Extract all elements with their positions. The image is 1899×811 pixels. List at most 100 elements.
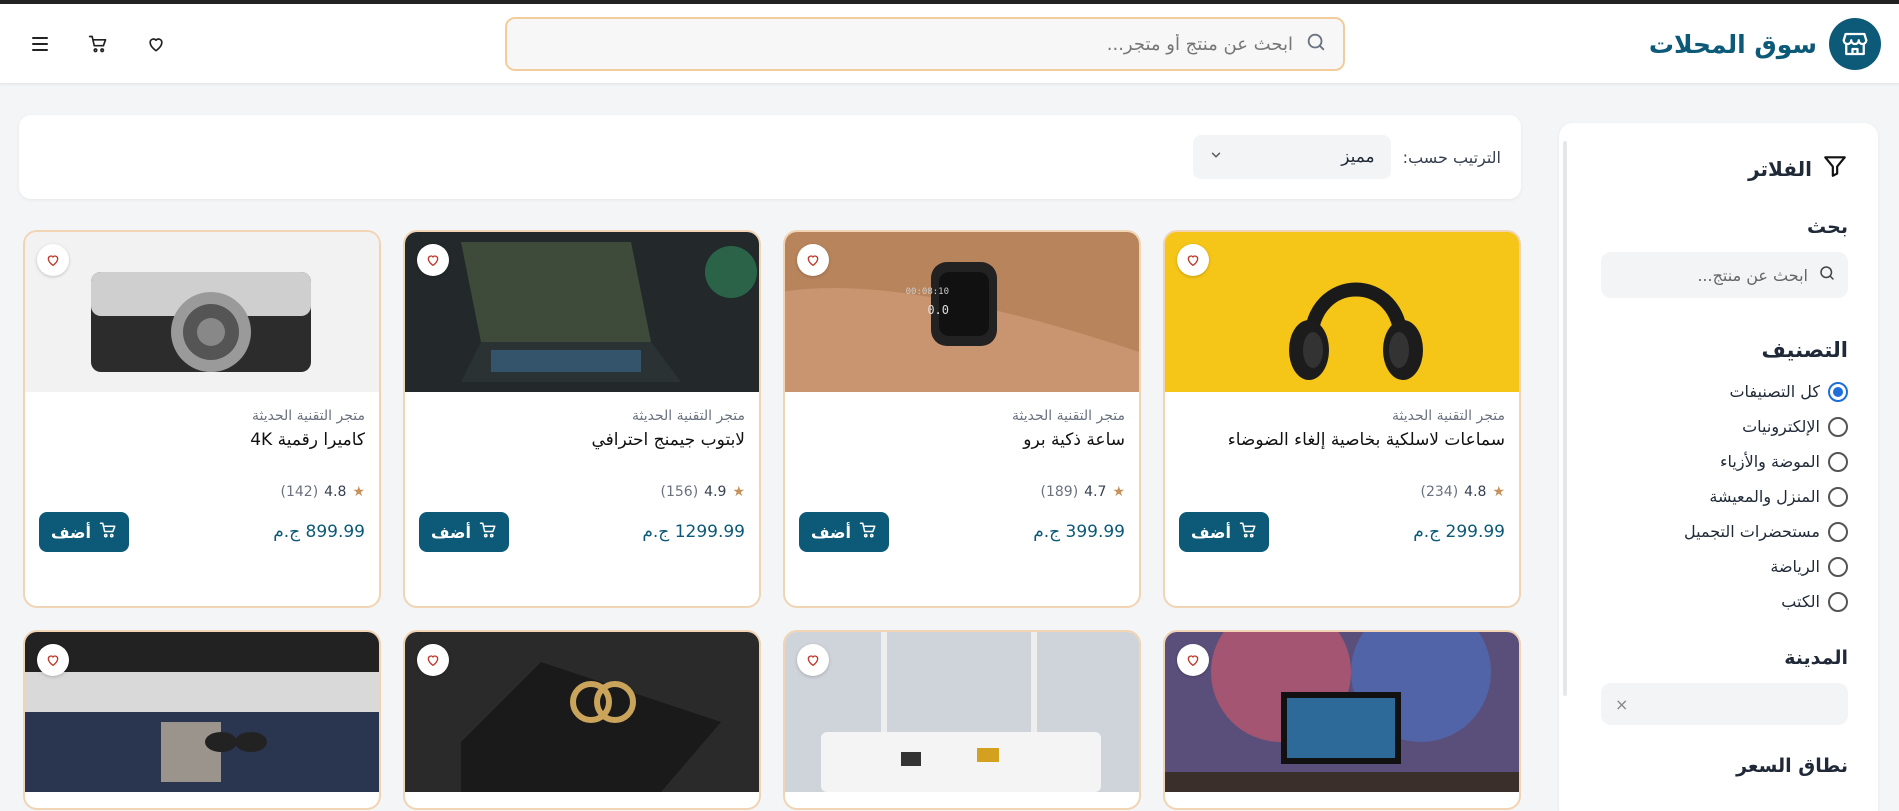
- product-image-router[interactable]: [785, 632, 1139, 792]
- product-card[interactable]: 00:08:10 0.0 متجر التقنية الحديثة ساعة ذ…: [783, 230, 1141, 608]
- filter-icon: [1822, 153, 1848, 184]
- product-image-sunglasses[interactable]: [25, 632, 379, 792]
- category-option[interactable]: الموضة والأزياء: [1587, 444, 1848, 479]
- city-select[interactable]: ×: [1601, 683, 1848, 725]
- add-label: أضف: [51, 522, 91, 542]
- rating-value: 4.7: [1084, 484, 1107, 500]
- category-list: كل التصنيفات الإلكترونيات الموضة والأزيا…: [1587, 374, 1848, 619]
- category-option[interactable]: الرياضة: [1587, 549, 1848, 584]
- cart-icon: [479, 521, 497, 543]
- filters-sidebar: الفلاتر بحث التصنيف كل التصنيفات الإلكتر…: [1559, 123, 1878, 811]
- star-icon: ★: [1492, 484, 1505, 500]
- favorite-button[interactable]: [1177, 244, 1209, 276]
- menu-icon[interactable]: [28, 32, 52, 56]
- product-card[interactable]: [23, 630, 381, 810]
- brand[interactable]: سوق المحلات: [1649, 18, 1881, 70]
- product-name[interactable]: كاميرا رقمية 4K: [39, 430, 365, 480]
- sort-select[interactable]: مميز: [1192, 135, 1391, 179]
- store-name[interactable]: متجر التقنية الحديثة: [799, 408, 1125, 424]
- favorite-button[interactable]: [417, 244, 449, 276]
- store-name[interactable]: متجر التقنية الحديثة: [1179, 408, 1505, 424]
- add-to-cart-button[interactable]: أضف: [799, 512, 889, 552]
- favorite-button[interactable]: [1177, 644, 1209, 676]
- add-to-cart-button[interactable]: أضف: [1179, 512, 1269, 552]
- favorite-button[interactable]: [417, 644, 449, 676]
- product-card[interactable]: [783, 630, 1141, 810]
- category-radio[interactable]: [1828, 451, 1848, 472]
- favorite-button[interactable]: [37, 244, 69, 276]
- rating-count: (189): [1040, 484, 1079, 500]
- favorite-button[interactable]: [797, 644, 829, 676]
- favorite-button[interactable]: [797, 244, 829, 276]
- add-label: أضف: [811, 522, 851, 542]
- product-image-laptop[interactable]: [405, 232, 759, 392]
- add-to-cart-button[interactable]: أضف: [419, 512, 509, 552]
- product-card[interactable]: [403, 630, 761, 810]
- main-search-bar[interactable]: [505, 17, 1345, 71]
- search-icon: [1305, 31, 1327, 57]
- product-grid: متجر التقنية الحديثة سماعات لاسلكية بخاص…: [19, 230, 1521, 810]
- category-label: المنزل والمعيشة: [1709, 487, 1820, 506]
- rating-count: (142): [280, 484, 319, 500]
- filters-title: الفلاتر: [1748, 156, 1812, 181]
- product-card[interactable]: متجر التقنية الحديثة كاميرا رقمية 4K ★ 4…: [23, 230, 381, 608]
- product-name[interactable]: ساعة ذكية برو: [799, 430, 1125, 480]
- product-image-headphones[interactable]: [1165, 232, 1519, 392]
- rating-count: (234): [1420, 484, 1459, 500]
- product-price: 399.99 ج.م: [1033, 522, 1125, 542]
- rating-count: (156): [660, 484, 699, 500]
- product-image-camera[interactable]: [25, 232, 379, 392]
- category-radio[interactable]: [1828, 486, 1848, 507]
- product-image-desk-setup[interactable]: [1165, 632, 1519, 792]
- category-radio[interactable]: [1828, 416, 1848, 437]
- star-icon: ★: [1112, 484, 1125, 500]
- category-option[interactable]: مستحضرات التجميل: [1587, 514, 1848, 549]
- sort-label: الترتيب حسب:: [1402, 147, 1501, 167]
- add-to-cart-button[interactable]: أضف: [39, 512, 129, 552]
- category-option[interactable]: الإلكترونيات: [1587, 409, 1848, 444]
- category-option[interactable]: كل التصنيفات: [1587, 374, 1848, 409]
- product-image-smartwatch[interactable]: 00:08:10 0.0: [785, 232, 1139, 392]
- svg-text:00:08:10: 00:08:10: [906, 287, 949, 297]
- product-price: 1299.99 ج.م: [642, 522, 745, 542]
- store-name[interactable]: متجر التقنية الحديثة: [39, 408, 365, 424]
- category-label: الإلكترونيات: [1742, 417, 1820, 436]
- product-rating: ★ 4.9 (156): [419, 484, 746, 500]
- category-radio[interactable]: [1828, 381, 1848, 402]
- cart-icon: [99, 521, 117, 543]
- product-name[interactable]: لابتوب جيمنج احترافي: [419, 430, 745, 480]
- category-radio[interactable]: [1828, 521, 1848, 542]
- category-option[interactable]: الكتب: [1587, 584, 1848, 619]
- store-name[interactable]: متجر التقنية الحديثة: [419, 408, 745, 424]
- product-card[interactable]: متجر التقنية الحديثة لابتوب جيمنج احتراف…: [403, 230, 761, 608]
- product-name[interactable]: سماعات لاسلكية بخاصية إلغاء الضوضاء: [1179, 430, 1505, 480]
- product-image-handbag[interactable]: [405, 632, 759, 792]
- product-price: 299.99 ج.م: [1413, 522, 1505, 542]
- rating-value: 4.9: [704, 484, 727, 500]
- sidebar-search-input[interactable]: [1608, 265, 1808, 285]
- category-radio[interactable]: [1828, 556, 1848, 577]
- heart-icon[interactable]: [144, 32, 168, 56]
- product-card[interactable]: [1163, 630, 1521, 810]
- category-label: الرياضة: [1770, 557, 1820, 576]
- favorite-button[interactable]: [37, 644, 69, 676]
- search-label: بحث: [1807, 216, 1848, 238]
- sidebar-scrollbar[interactable]: [1563, 141, 1567, 696]
- chevron-down-icon: [1209, 147, 1223, 167]
- category-label: مستحضرات التجميل: [1684, 522, 1820, 541]
- category-label: كل التصنيفات: [1729, 382, 1820, 401]
- cart-icon: [1239, 521, 1257, 543]
- category-radio[interactable]: [1828, 591, 1848, 612]
- close-icon[interactable]: ×: [1615, 695, 1628, 714]
- cart-icon[interactable]: [86, 32, 110, 56]
- sidebar-search[interactable]: [1601, 252, 1848, 298]
- category-option[interactable]: المنزل والمعيشة: [1587, 479, 1848, 514]
- category-label: الكتب: [1781, 592, 1820, 611]
- product-card[interactable]: متجر التقنية الحديثة سماعات لاسلكية بخاص…: [1163, 230, 1521, 608]
- main-search-input[interactable]: [523, 33, 1293, 55]
- rating-value: 4.8: [324, 484, 347, 500]
- product-price: 899.99 ج.م: [273, 522, 365, 542]
- product-rating: ★ 4.8 (142): [39, 484, 366, 500]
- sort-bar: الترتيب حسب: مميز: [19, 115, 1521, 199]
- star-icon: ★: [352, 484, 365, 500]
